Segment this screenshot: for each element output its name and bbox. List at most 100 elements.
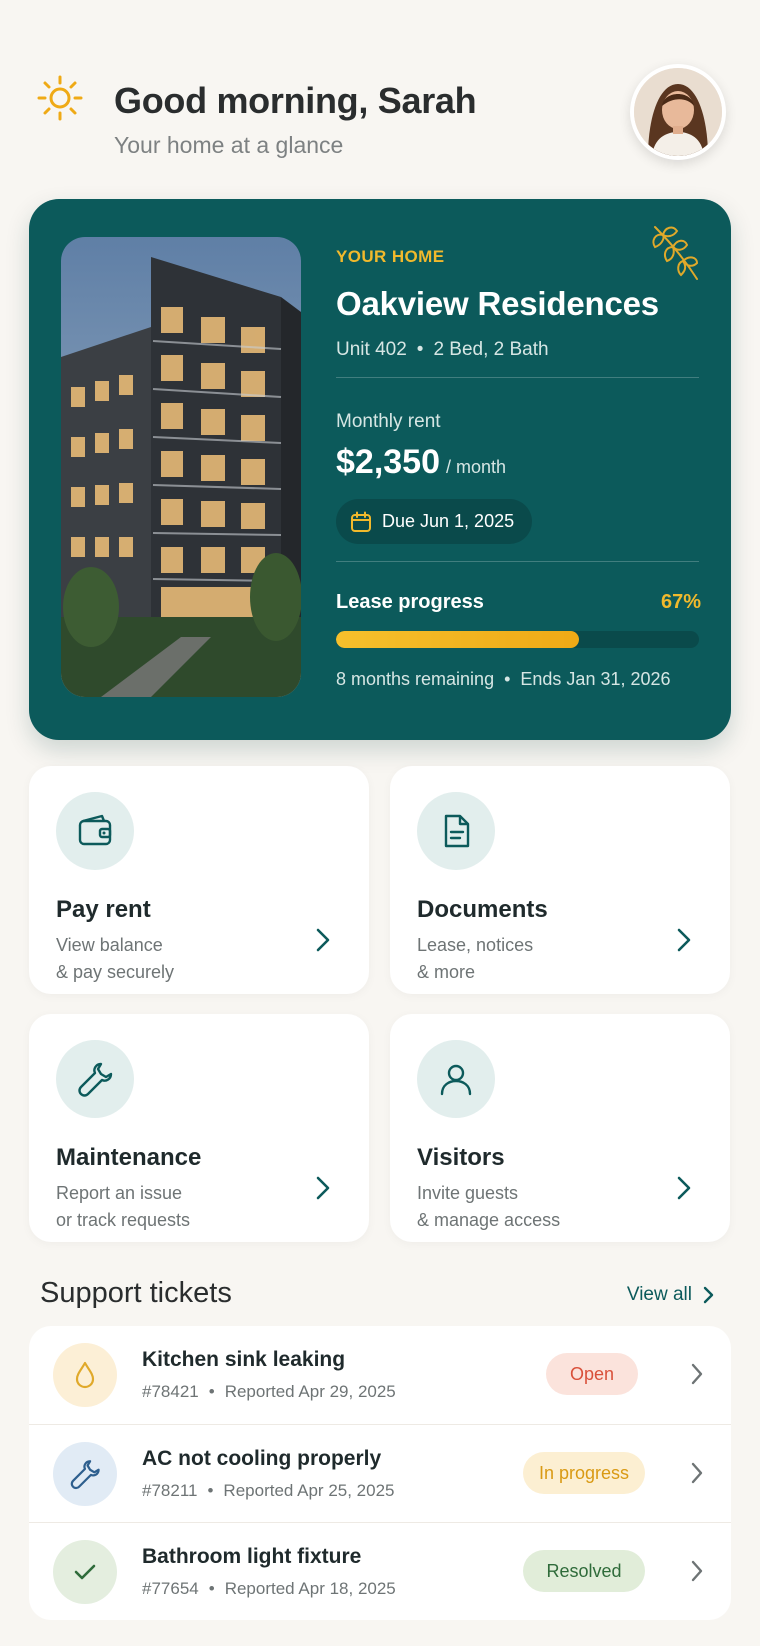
separator-dot: • <box>416 339 424 360</box>
tile-title: Documents <box>417 896 548 923</box>
unit-number: Unit 402 <box>336 339 407 360</box>
tile-subtitle-line: Invite guests <box>417 1183 519 1203</box>
header: Good morning, Sarah Your home at a glanc… <box>36 64 726 170</box>
ticket-list: Kitchen sink leaking #78421 • Reported Apr… <box>29 1326 731 1620</box>
wallet-icon <box>78 814 112 846</box>
tile-icon-circle <box>417 1040 495 1118</box>
divider <box>336 561 699 562</box>
separator-dot: • <box>504 669 511 689</box>
tile-icon-circle <box>56 792 134 870</box>
ticket-icon-circle <box>53 1343 117 1407</box>
ticket-id: #78211 <box>142 1481 198 1500</box>
tile-subtitle-line: or track requests <box>56 1210 191 1230</box>
rent-amount-row: $2,350 / month <box>336 443 506 482</box>
view-all-label: View all <box>626 1284 692 1305</box>
ticket-icon-circle <box>53 1442 117 1506</box>
chevron-right-icon <box>703 1286 714 1304</box>
ticket-meta: #77654 • Reported Apr 18, 2025 <box>142 1579 396 1599</box>
status-badge: Open <box>546 1353 638 1395</box>
visitors-tile[interactable]: Visitors Invite guests & manage access <box>390 1014 730 1242</box>
home-card[interactable]: YOUR HOME Oakview Residences Unit 402 • 2 … <box>29 199 731 740</box>
tile-icon-circle <box>56 1040 134 1118</box>
unit-details: Unit 402 • 2 Bed, 2 Bath <box>336 339 549 361</box>
section-title: Support tickets <box>40 1277 232 1309</box>
ticket-row[interactable]: Kitchen sink leaking #78421 • Reported Apr… <box>29 1326 731 1424</box>
rent-amount: $2,350 <box>336 443 440 481</box>
ticket-date: Reported Apr 29, 2025 <box>224 1382 396 1401</box>
tile-subtitle: Invite guests & manage access <box>417 1180 560 1234</box>
due-date-pill: Due Jun 1, 2025 <box>336 499 533 544</box>
leaf-icon <box>652 226 699 280</box>
avatar[interactable] <box>630 64 726 160</box>
ticket-title: Bathroom light fixture <box>142 1545 362 1568</box>
document-icon <box>444 814 470 848</box>
ticket-id: #77654 <box>142 1579 199 1598</box>
ticket-date: Reported Apr 18, 2025 <box>224 1579 396 1598</box>
rent-period: / month <box>446 457 507 477</box>
building-photo <box>61 237 301 697</box>
maintenance-tile[interactable]: Maintenance Report an issue or track req… <box>29 1014 369 1242</box>
status-badge: Resolved <box>523 1550 645 1592</box>
divider <box>336 377 699 378</box>
ticket-date: Reported Apr 25, 2025 <box>223 1481 395 1500</box>
calendar-icon <box>351 511 371 532</box>
chevron-right-icon <box>691 1363 703 1385</box>
rent-label: Monthly rent <box>336 411 441 432</box>
water-drop-icon <box>75 1361 95 1389</box>
avatar-portrait-icon <box>634 68 722 156</box>
view-all-link[interactable]: View all <box>627 1284 714 1306</box>
ticket-meta: #78421 • Reported Apr 29, 2025 <box>142 1382 396 1402</box>
ticket-row[interactable]: Bathroom light fixture #77654 • Reported A… <box>29 1522 731 1620</box>
chevron-right-icon <box>677 1176 691 1200</box>
wrench-icon <box>78 1062 113 1097</box>
tile-subtitle-line: & manage access <box>417 1210 561 1230</box>
home-label: YOUR HOME <box>336 247 445 266</box>
tile-subtitle-line: Lease, notices <box>417 935 534 955</box>
chevron-right-icon <box>316 1176 330 1200</box>
separator-dot: • <box>208 1382 215 1401</box>
ticket-title: AC not cooling properly <box>142 1447 382 1470</box>
status-badge: In progress <box>523 1452 645 1494</box>
chevron-right-icon <box>316 928 330 952</box>
chevron-right-icon <box>677 928 691 952</box>
lease-summary: 8 months remaining • Ends Jan 31, 2026 <box>336 669 671 690</box>
tile-title: Maintenance <box>56 1144 202 1171</box>
wrench-icon <box>70 1460 100 1490</box>
tile-subtitle-line: Report an issue <box>56 1183 183 1203</box>
documents-tile[interactable]: Documents Lease, notices & more <box>390 766 730 994</box>
ticket-id: #78421 <box>142 1382 199 1401</box>
tile-title: Visitors <box>417 1144 505 1171</box>
lease-progress-bar <box>336 631 699 648</box>
tile-subtitle-line: & more <box>417 962 476 982</box>
tile-subtitle: Report an issue or track requests <box>56 1180 190 1234</box>
tile-subtitle-line: View balance <box>56 935 163 955</box>
tile-subtitle-line: & pay securely <box>56 962 175 982</box>
separator-dot: • <box>207 1481 214 1500</box>
ticket-title: Kitchen sink leaking <box>142 1348 346 1371</box>
tile-subtitle: View balance & pay securely <box>56 932 174 986</box>
person-icon <box>440 1064 472 1096</box>
separator-dot: • <box>208 1579 215 1598</box>
ticket-icon-circle <box>53 1540 117 1604</box>
unit-layout: 2 Bed, 2 Bath <box>433 339 549 360</box>
ticket-row[interactable]: AC not cooling properly #78211 • Reported … <box>29 1424 731 1522</box>
lease-progress-percent: 67% <box>660 591 701 613</box>
greeting-subtitle: Your home at a glance <box>114 132 344 158</box>
pay-rent-tile[interactable]: Pay rent View balance & pay securely <box>29 766 369 994</box>
tile-title: Pay rent <box>56 896 151 923</box>
months-remaining: 8 months remaining <box>336 669 495 689</box>
lease-end-date: Ends Jan 31, 2026 <box>520 669 671 689</box>
sun-icon <box>37 75 83 121</box>
ticket-meta: #78211 • Reported Apr 25, 2025 <box>142 1481 395 1501</box>
home-dashboard: Good morning, Sarah Your home at a glanc… <box>0 0 760 1646</box>
greeting-title: Good morning, Sarah <box>114 80 477 121</box>
chevron-right-icon <box>691 1560 703 1582</box>
tile-subtitle: Lease, notices & more <box>417 932 533 986</box>
lease-progress-label: Lease progress <box>336 591 484 613</box>
property-name: Oakview Residences <box>336 285 659 322</box>
tile-icon-circle <box>417 792 495 870</box>
due-date: Due Jun 1, 2025 <box>382 511 515 531</box>
lease-progress-fill <box>336 631 580 648</box>
checkmark-icon <box>74 1564 96 1580</box>
chevron-right-icon <box>691 1462 703 1484</box>
